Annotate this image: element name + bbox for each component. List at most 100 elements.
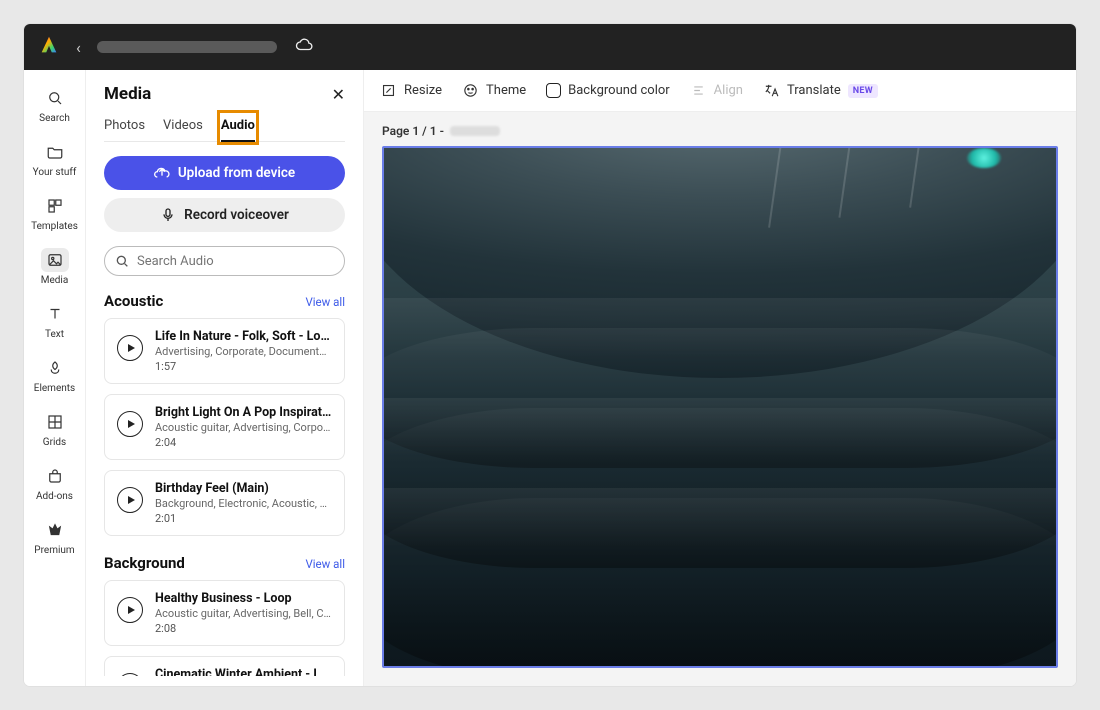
page-name-placeholder	[450, 126, 500, 136]
track-title: Life In Nature - Folk, Soft - Loop	[155, 329, 332, 344]
track-meta: Healthy Business - Loop Acoustic guitar,…	[155, 591, 332, 635]
rail-label: Grids	[43, 437, 66, 448]
canvas-toolbar: Resize Theme Background color Align Tran…	[364, 70, 1076, 112]
search-icon	[41, 86, 69, 110]
tool-label: Align	[714, 83, 743, 98]
play-button[interactable]	[117, 673, 143, 676]
canvas[interactable]	[382, 146, 1058, 668]
rail-item-elements[interactable]: Elements	[28, 350, 82, 398]
section-head-acoustic: Acoustic View all	[104, 292, 345, 310]
premium-icon	[41, 518, 69, 542]
align-icon	[690, 82, 707, 99]
track-meta: Cinematic Winter Ambient - Loop Advertis…	[155, 667, 332, 676]
tool-theme[interactable]: Theme	[462, 82, 526, 99]
theme-icon	[462, 82, 479, 99]
track-title: Healthy Business - Loop	[155, 591, 332, 606]
search-audio-wrap	[104, 246, 345, 276]
audio-sections-scroll[interactable]: Acoustic View all Life In Nature - Folk,…	[104, 292, 345, 676]
track-duration: 1:57	[155, 360, 332, 373]
section-title: Acoustic	[104, 292, 163, 310]
canvas-area: Resize Theme Background color Align Tran…	[364, 70, 1076, 686]
view-all-link[interactable]: View all	[305, 557, 345, 571]
play-button[interactable]	[117, 335, 143, 361]
track-card[interactable]: Cinematic Winter Ambient - Loop Advertis…	[104, 656, 345, 676]
record-voiceover-button[interactable]: Record voiceover	[104, 198, 345, 232]
rail-label: Add-ons	[36, 491, 73, 502]
document-title-placeholder[interactable]	[97, 41, 277, 53]
rail-item-media[interactable]: Media	[28, 242, 82, 290]
tool-align: Align	[690, 82, 743, 99]
new-badge: NEW	[848, 84, 878, 98]
track-meta: Bright Light On A Pop Inspiratio… Acoust…	[155, 405, 332, 449]
track-title: Bright Light On A Pop Inspiratio…	[155, 405, 332, 420]
track-meta: Birthday Feel (Main) Background, Electro…	[155, 481, 332, 525]
track-card[interactable]: Healthy Business - Loop Acoustic guitar,…	[104, 580, 345, 646]
folder-icon	[41, 140, 69, 164]
tool-label: Translate	[787, 83, 841, 98]
play-button[interactable]	[117, 597, 143, 623]
addons-icon	[41, 464, 69, 488]
tab-videos[interactable]: Videos	[163, 114, 203, 141]
tool-label: Theme	[486, 83, 526, 98]
rail-label: Templates	[31, 221, 78, 232]
rail-item-search[interactable]: Search	[28, 80, 82, 128]
search-icon	[114, 253, 130, 269]
view-all-link[interactable]: View all	[305, 295, 345, 309]
track-title: Cinematic Winter Ambient - Loop	[155, 667, 332, 676]
translate-icon	[763, 82, 780, 99]
track-duration: 2:08	[155, 622, 332, 635]
play-button[interactable]	[117, 487, 143, 513]
panel-line	[768, 146, 782, 228]
search-audio-input[interactable]	[104, 246, 345, 276]
ship-ridge	[384, 298, 1056, 358]
track-duration: 2:01	[155, 512, 332, 525]
topbar: ‹	[24, 24, 1076, 70]
section-title: Background	[104, 554, 185, 572]
rail-label: Text	[45, 329, 64, 340]
track-card[interactable]: Birthday Feel (Main) Background, Electro…	[104, 470, 345, 536]
panel-line	[909, 146, 921, 208]
track-title: Birthday Feel (Main)	[155, 481, 332, 496]
tab-photos[interactable]: Photos	[104, 114, 145, 141]
rail-item-templates[interactable]: Templates	[28, 188, 82, 236]
page-label: Page 1 / 1 -	[382, 124, 444, 138]
upload-from-device-button[interactable]: Upload from device	[104, 156, 345, 190]
tool-background-color[interactable]: Background color	[546, 83, 670, 98]
upload-label: Upload from device	[178, 165, 295, 181]
rail-item-addons[interactable]: Add-ons	[28, 458, 82, 506]
text-icon	[41, 302, 69, 326]
bgcolor-icon	[546, 83, 561, 98]
track-tags: Acoustic guitar, Advertising, Bell, Corp…	[155, 607, 332, 620]
rail-item-your-stuff[interactable]: Your stuff	[28, 134, 82, 182]
track-tags: Advertising, Corporate, Documentary, D…	[155, 345, 332, 358]
page-indicator: Page 1 / 1 -	[364, 112, 1076, 146]
left-rail: Search Your stuff Templates Media Text E…	[24, 70, 86, 686]
track-card[interactable]: Bright Light On A Pop Inspiratio… Acoust…	[104, 394, 345, 460]
tool-translate[interactable]: Translate NEW	[763, 82, 878, 99]
panel-line	[838, 146, 851, 218]
track-card[interactable]: Life In Nature - Folk, Soft - Loop Adver…	[104, 318, 345, 384]
rail-item-text[interactable]: Text	[28, 296, 82, 344]
rail-item-grids[interactable]: Grids	[28, 404, 82, 452]
play-button[interactable]	[117, 411, 143, 437]
app-logo	[38, 34, 60, 60]
rail-label: Search	[39, 113, 70, 124]
close-panel-button[interactable]: ✕	[332, 85, 345, 104]
tool-label: Resize	[404, 83, 442, 98]
back-button[interactable]: ‹	[70, 38, 87, 57]
rail-label: Premium	[34, 545, 74, 556]
rail-label: Your stuff	[33, 167, 77, 178]
rail-label: Media	[41, 275, 69, 286]
tool-label: Background color	[568, 83, 670, 98]
panel-header: Media ✕	[104, 84, 345, 104]
upload-icon	[154, 165, 170, 181]
templates-icon	[41, 194, 69, 218]
tab-audio[interactable]: Audio	[221, 114, 255, 141]
ship-ridge	[384, 488, 1056, 548]
resize-icon	[380, 82, 397, 99]
section-head-background: Background View all	[104, 554, 345, 572]
cloud-sync-icon[interactable]	[295, 36, 313, 58]
rail-item-premium[interactable]: Premium	[28, 512, 82, 560]
tool-resize[interactable]: Resize	[380, 82, 442, 99]
track-duration: 2:04	[155, 436, 332, 449]
